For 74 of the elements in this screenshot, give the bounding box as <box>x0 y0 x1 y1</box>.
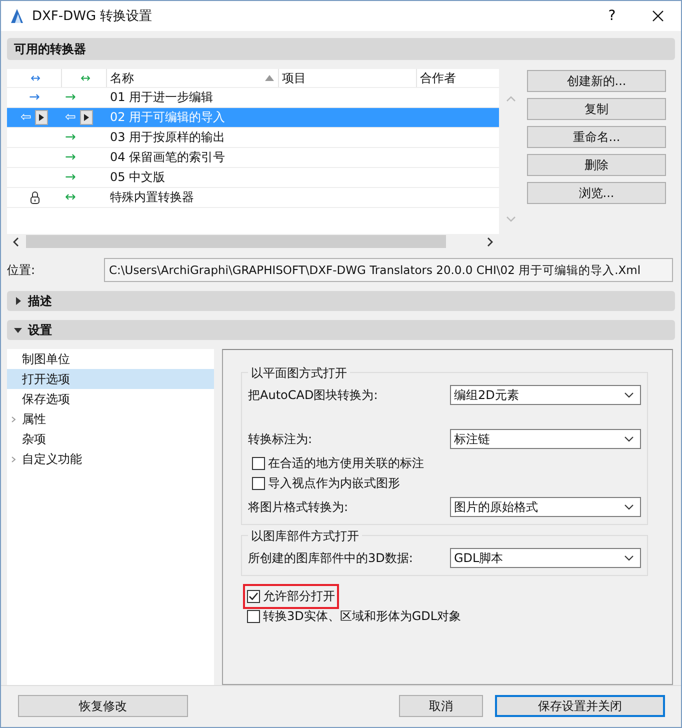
menu-button[interactable] <box>35 110 48 125</box>
group-title: 以图库部件方式打开 <box>248 528 362 545</box>
sort-icon <box>265 75 274 81</box>
option-label: 所创建的图库部件中的3D数据: <box>248 550 413 566</box>
checkbox[interactable] <box>252 456 265 470</box>
import-arrow: → <box>29 90 40 105</box>
translator-row[interactable]: ↔ 特殊内置转换器 <box>7 188 499 208</box>
import-arrow: ⇦ <box>20 110 32 125</box>
dropdown[interactable]: 编组2D元素 <box>450 385 641 405</box>
translator-name: 05 中文版 <box>109 169 166 186</box>
window-title: DXF-DWG 转换设置 <box>32 8 154 25</box>
dropdown-icon <box>624 555 634 561</box>
group-title: 以平面图方式打开 <box>248 365 350 382</box>
help-button[interactable]: ? <box>589 1 635 31</box>
export-arrow: → <box>65 130 76 145</box>
play-icon <box>84 114 89 121</box>
translator-row[interactable]: → 04 保留画笔的索引号 <box>7 148 499 168</box>
play-icon <box>39 114 44 121</box>
export-arrow: ↔ <box>65 190 76 205</box>
translator-button[interactable]: 重命名... <box>527 126 666 148</box>
tree-item[interactable]: 保存选项 <box>7 389 214 409</box>
checkbox[interactable] <box>252 476 265 490</box>
section-header[interactable]: 设置 <box>7 320 675 340</box>
close-icon <box>652 10 664 22</box>
option-label: 将图片格式转换为: <box>248 498 348 516</box>
checkbox-label: 允许部分打开 <box>263 588 335 604</box>
export-arrow: → <box>65 90 76 105</box>
translator-row[interactable]: → 03 用于按原样的输出 <box>7 128 499 148</box>
translator-name: 特殊内置转换器 <box>109 189 194 206</box>
translator-button[interactable]: 复制 <box>527 98 666 120</box>
section-header: 可用的转换器 <box>7 38 675 60</box>
dropdown-icon <box>624 504 634 510</box>
translator-button[interactable]: 创建新的... <box>527 70 666 92</box>
column-header[interactable]: 项目 <box>279 69 417 87</box>
column-header[interactable]: ↔ <box>7 69 62 87</box>
tree-item[interactable]: 打开选项 <box>7 369 214 389</box>
checkbox-label: 转换3D实体、区域和形体为GDL对象 <box>263 608 462 624</box>
column-header[interactable]: 合作者 <box>417 69 497 87</box>
dropdown[interactable]: GDL脚本 <box>450 548 641 568</box>
scroll-left-icon <box>12 236 20 246</box>
dropdown-icon <box>624 392 634 398</box>
export-arrow: → <box>65 150 76 165</box>
checkbox-label: 在合适的地方使用关联的标注 <box>268 454 424 472</box>
export-arrow: ⇦ <box>65 110 76 125</box>
location-label: 位置: <box>7 262 36 278</box>
translator-name: 01 用于进一步编辑 <box>109 89 214 106</box>
app-logo-icon <box>9 8 25 24</box>
tree-item[interactable]: 杂项 <box>7 429 214 449</box>
tree-item[interactable]: 制图单位 <box>7 349 214 369</box>
section-header[interactable]: 描述 <box>7 291 675 311</box>
footer-button[interactable]: 保存设置并关闭 <box>495 695 665 717</box>
translator-name: 03 用于按原样的输出 <box>109 129 226 146</box>
checkbox[interactable] <box>247 590 260 602</box>
translator-button[interactable]: 浏览... <box>527 182 666 204</box>
export-arrow: → <box>65 170 76 185</box>
menu-button[interactable] <box>80 110 93 125</box>
translator-row[interactable]: → 05 中文版 <box>7 168 499 188</box>
checkbox-label: 导入视点作为内嵌式图形 <box>268 474 400 492</box>
column-header[interactable]: 名称 <box>107 69 279 87</box>
dropdown[interactable]: 标注链 <box>450 429 641 449</box>
translator-button[interactable]: 删除 <box>527 154 666 176</box>
option-label: 把AutoCAD图块转换为: <box>248 386 378 404</box>
translator-name: 02 用于可编辑的导入 <box>109 109 226 126</box>
tree-item[interactable]: 属性 <box>7 409 214 429</box>
dropdown[interactable]: 图片的原始格式 <box>450 497 641 517</box>
footer-button[interactable]: 取消 <box>399 695 483 717</box>
footer-button[interactable]: 恢复修改 <box>18 695 188 717</box>
translator-name: 04 保留画笔的索引号 <box>109 149 226 166</box>
checkbox[interactable] <box>247 610 260 622</box>
scroll-right-icon <box>486 236 494 246</box>
location-field: C:\Users\ArchiGraphi\GRAPHISOFT\DXF-DWG Translators 20.0.0 CHI\02 用于可编辑的导入.Xml <box>104 258 673 282</box>
tree-item[interactable]: 自定义功能 <box>7 449 214 469</box>
dropdown-icon <box>624 436 634 442</box>
option-label: 转换标注为: <box>248 430 312 448</box>
